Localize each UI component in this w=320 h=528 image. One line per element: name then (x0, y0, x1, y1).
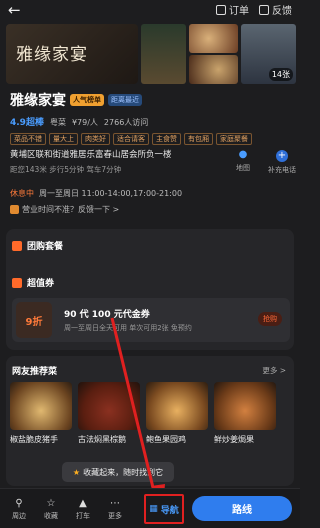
top-bar: ← 订单 反馈 (0, 0, 300, 20)
dish-name: 鲜炒姜焗果 (214, 435, 254, 444)
dish-name: 椒盐脆皮猪手 (10, 435, 58, 444)
hours-feedback-link[interactable]: 营业时间不准？反馈一下 > (10, 204, 119, 215)
recommended-dishes-title: 网友推荐菜 (12, 367, 58, 377)
cuisine-label: 粤菜 (49, 118, 66, 127)
gallery-photo-room[interactable]: 14张 (240, 24, 296, 84)
visits-label: 2766人访问 (103, 118, 149, 127)
plus-icon: + (276, 150, 288, 162)
price-label: ¥79/人 (71, 118, 98, 127)
coupon-section-title: 超值券 (27, 279, 55, 289)
taxi-label: 打车 (76, 512, 90, 520)
star-icon: ★ (72, 467, 81, 477)
gallery-photo-logo[interactable]: 雅缘家宴 (6, 24, 138, 84)
address-line: 黄埔区联和街道雅居乐富春山居会所负一楼 (10, 150, 172, 160)
feature-tag: 有包厢 (184, 133, 213, 145)
coupon-terms: 周一至周日全天可用 单次可用2张 免预约 (64, 324, 192, 332)
more-label: 更多 (108, 512, 122, 520)
taxi-icon: ▲ (79, 498, 87, 509)
gallery-photo-dishes[interactable] (189, 24, 238, 84)
restaurant-name: 雅缘家宴 (10, 93, 66, 109)
address-actions: ● 地图 + 补充电话 (236, 150, 296, 175)
discount-badge: 9折 (16, 302, 52, 338)
route-button[interactable]: 路线 (192, 496, 292, 521)
navigate-button[interactable]: ▦ 导航 (144, 494, 184, 524)
coupon-section-header: 超值券 (12, 276, 54, 289)
dish-item[interactable]: 鲜炒姜焗果 (214, 382, 276, 445)
favorite-toast: ★ 收藏起来，随时找到它 (62, 462, 174, 482)
distance-info: 距您143米 步行5分钟 驾车7分钟 (10, 165, 122, 174)
warning-icon (10, 205, 19, 214)
recent-badge: 距离最近 (108, 94, 142, 106)
dish-item[interactable]: 古法焖黑棕鹅 (78, 382, 140, 445)
feedback-icon (259, 4, 269, 15)
coupon-icon (12, 277, 22, 288)
group-deal-icon (12, 240, 22, 251)
feature-tag: 量大上 (49, 133, 78, 145)
dish-photo (214, 382, 276, 430)
map-button[interactable]: ● 地图 (236, 150, 250, 175)
feature-tag: 主食赞 (152, 133, 181, 145)
photo-count-badge: 14张 (268, 68, 293, 81)
hours-schedule: 周一至周日 11:00-14:00,17:00-21:00 (39, 189, 183, 198)
feature-tag: 适合请客 (113, 133, 149, 145)
dish-photo (10, 382, 72, 430)
taxi-button[interactable]: ▲ 打车 (70, 498, 96, 521)
restaurant-detail-page: ← 订单 反馈 雅缘家宴 14张 雅缘家宴 人气榜单 距离最近 4.9超棒 粤菜… (0, 0, 300, 528)
favorite-button[interactable]: ☆ 收藏 (38, 498, 64, 521)
gallery-photo-dish-b[interactable] (189, 55, 238, 84)
dish-name: 鲍鱼果园鸡 (146, 435, 186, 444)
more-button[interactable]: ⋯ 更多 (102, 498, 128, 521)
hours-feedback-text: 营业时间不准？反馈一下 > (22, 205, 120, 214)
dish-item[interactable]: 椒盐脆皮猪手 (10, 382, 72, 445)
favorite-label: 收藏 (44, 512, 58, 520)
nearby-label: 周边 (12, 512, 26, 520)
gallery-photo-dish-a[interactable] (189, 24, 238, 53)
dish-item[interactable]: 鲍鱼果园鸡 (146, 382, 208, 445)
address-block[interactable]: 黄埔区联和街道雅居乐富春山居会所负一楼 距您143米 步行5分钟 驾车7分钟 (10, 148, 230, 175)
popular-badge[interactable]: 人气榜单 (70, 94, 104, 106)
group-deal-header: 团购套餐 (12, 239, 63, 252)
map-pin-icon: ● (238, 149, 248, 160)
add-phone-label: 补充电话 (268, 166, 296, 174)
add-phone-button[interactable]: + 补充电话 (268, 150, 296, 175)
dish-name: 古法焖黑棕鹅 (78, 435, 126, 444)
navigate-label: 导航 (160, 505, 179, 516)
dish-photo (146, 382, 208, 430)
feedback-label: 反馈 (272, 6, 292, 17)
orders-icon (216, 4, 226, 15)
feature-tag: 肉类好 (81, 133, 110, 145)
coupon-title: 90 代 100 元代金券 (64, 310, 150, 320)
feature-tag: 菜品不错 (10, 133, 46, 145)
feedback-button[interactable]: 反馈 (259, 2, 292, 17)
open-status: 休息中 (10, 189, 34, 198)
top-actions: 订单 反馈 (216, 2, 292, 17)
more-dots-icon: ⋯ (110, 498, 120, 509)
orders-label: 订单 (229, 6, 249, 17)
map-label: 地图 (236, 164, 250, 172)
more-dishes-link[interactable]: 更多 > (262, 365, 286, 376)
star-outline-icon: ☆ (46, 498, 56, 509)
car-icon: ▦ (149, 504, 158, 514)
dish-photo (78, 382, 140, 430)
back-arrow-icon[interactable]: ← (8, 2, 24, 18)
group-deal-title: 团购套餐 (27, 242, 64, 252)
toast-text: 收藏起来，随时找到它 (83, 467, 164, 477)
search-icon: ⚲ (15, 498, 23, 509)
route-label: 路线 (232, 505, 252, 516)
bottom-nav-bar: ⚲ 周边 ☆ 收藏 ▲ 打车 ⋯ 更多 ▦ 导航 路线 (0, 488, 300, 528)
orders-button[interactable]: 订单 (216, 2, 249, 17)
gallery-photo-interior[interactable] (140, 24, 187, 84)
nearby-button[interactable]: ⚲ 周边 (6, 498, 32, 521)
rating-score: 4.9超棒 (10, 118, 44, 128)
restaurant-logo: 雅缘家宴 (16, 45, 88, 65)
feature-tag: 家庭聚餐 (216, 133, 252, 145)
coupon-item[interactable]: 9折 90 代 100 元代金券 周一至周日全天可用 单次可用2张 免预约 抢购 (12, 298, 290, 342)
buy-button[interactable]: 抢购 (258, 312, 282, 326)
photo-gallery[interactable]: 雅缘家宴 14张 (6, 24, 296, 84)
group-deal-card: 团购套餐 超值券 9折 90 代 100 元代金券 周一至周日全天可用 单次可用… (6, 229, 294, 350)
opening-hours: 休息中 周一至周日 11:00-14:00,17:00-21:00 (10, 188, 182, 199)
dish-list: 椒盐脆皮猪手 古法焖黑棕鹅 鲍鱼果园鸡 鲜炒姜焗果 (10, 382, 276, 445)
restaurant-info: 雅缘家宴 人气榜单 距离最近 4.9超棒 粤菜 ¥79/人 2766人访问 菜品… (10, 90, 294, 145)
feature-tags: 菜品不错 量大上 肉类好 适合请客 主食赞 有包厢 家庭聚餐 (10, 133, 294, 145)
